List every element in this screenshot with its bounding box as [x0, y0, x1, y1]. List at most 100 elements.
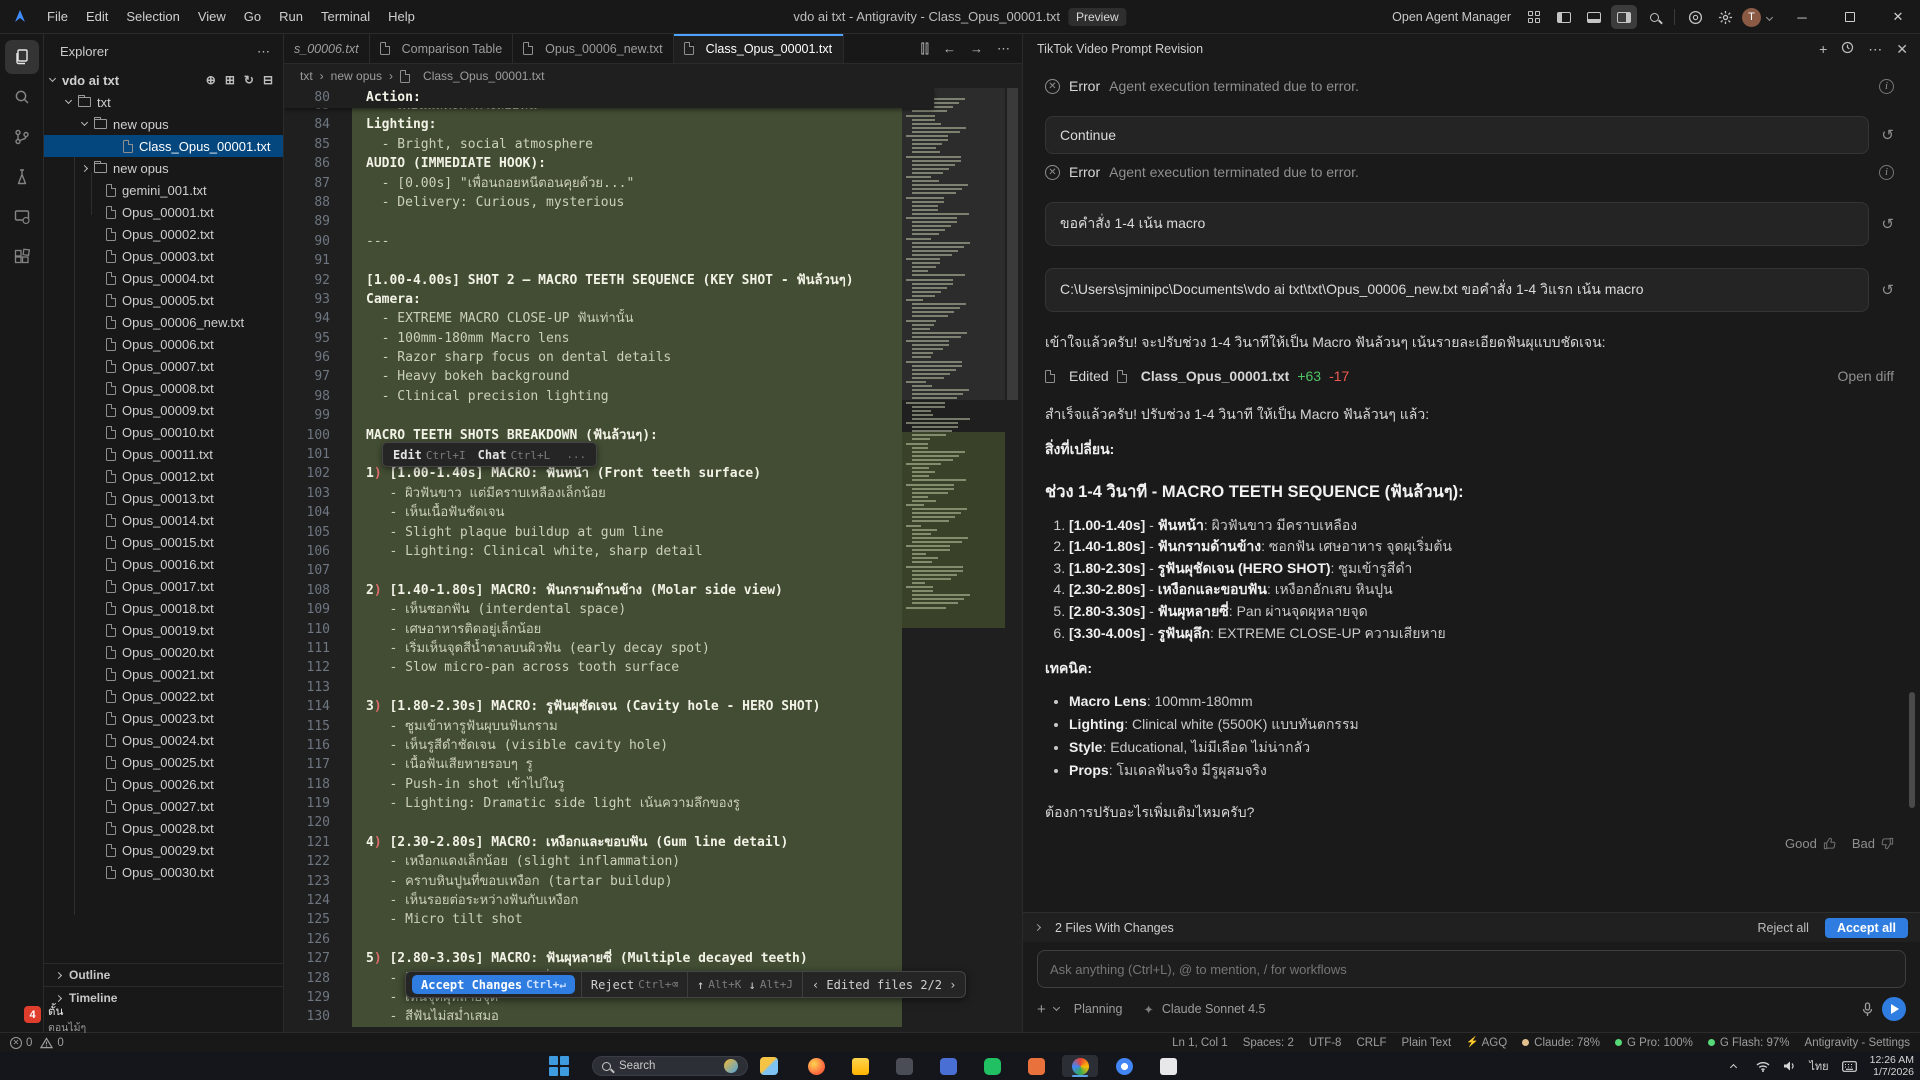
- status-item-antigravity-settings[interactable]: Antigravity - Settings: [1805, 1037, 1910, 1049]
- tree-item-opus_00013-txt[interactable]: Opus_00013.txt: [44, 487, 283, 509]
- notepad-icon[interactable]: [1150, 1055, 1186, 1077]
- breadcrumb-item[interactable]: txt: [300, 69, 313, 83]
- reject-all-button[interactable]: Reject all: [1750, 919, 1817, 937]
- code-editor[interactable]: 83 - เพื่อนแสดงท่าทางถอยหนี84Lighting:85…: [284, 88, 1022, 1032]
- chat-button[interactable]: ChatCtrl+L: [478, 448, 551, 462]
- more-icon[interactable]: ...: [566, 448, 586, 461]
- file-edit-row[interactable]: EditedClass_Opus_00001.txt+63-17Open dif…: [1045, 368, 1894, 384]
- keyboard-icon[interactable]: [1842, 1061, 1857, 1072]
- status-item-plain-text[interactable]: Plain Text: [1401, 1037, 1451, 1049]
- new-file-icon[interactable]: ⊕: [206, 73, 216, 87]
- editor-scrollbar[interactable]: [1005, 88, 1020, 1032]
- tree-item-opus_00026-txt[interactable]: Opus_00026.txt: [44, 773, 283, 795]
- nav-up-down[interactable]: ↑Alt+K ↓Alt+J: [688, 972, 803, 997]
- avatar[interactable]: T: [1742, 8, 1761, 27]
- tree-item-opus_00025-txt[interactable]: Opus_00025.txt: [44, 751, 283, 773]
- chevron-down-icon[interactable]: [1766, 13, 1773, 20]
- network-icon[interactable]: [1756, 1061, 1770, 1072]
- minimize-button[interactable]: ─: [1780, 0, 1824, 34]
- toggle-panel-icon[interactable]: [1581, 5, 1607, 29]
- breadcrumb-item[interactable]: Class_Opus_00001.txt: [423, 69, 544, 83]
- tree-item-opus_00030-txt[interactable]: Opus_00030.txt: [44, 861, 283, 883]
- search-icon[interactable]: [1641, 5, 1667, 29]
- tree-item-txt[interactable]: txt: [44, 91, 283, 113]
- tree-item-opus_00019-txt[interactable]: Opus_00019.txt: [44, 619, 283, 641]
- retry-icon[interactable]: ↺: [1881, 126, 1894, 144]
- tree-item-new-opus[interactable]: new opus: [44, 113, 283, 135]
- app-blue-icon[interactable]: [930, 1055, 966, 1077]
- run-debug-icon[interactable]: [5, 160, 39, 194]
- browser-icon[interactable]: [1682, 5, 1708, 29]
- status-item-crlf[interactable]: CRLF: [1356, 1037, 1386, 1049]
- accept-all-button[interactable]: Accept all: [1825, 918, 1908, 938]
- status-item-agq[interactable]: ⚡AGQ: [1466, 1037, 1507, 1049]
- add-context-icon[interactable]: +: [1037, 1001, 1046, 1018]
- status-item-ln-1-col-1[interactable]: Ln 1, Col 1: [1172, 1037, 1228, 1049]
- tab-s_00006-txt[interactable]: s_00006.txt: [284, 34, 370, 63]
- user-message[interactable]: Continue: [1045, 116, 1869, 154]
- forward-icon[interactable]: →: [970, 41, 983, 56]
- restore-button[interactable]: [1828, 0, 1872, 34]
- tree-item-opus_00008-txt[interactable]: Opus_00008.txt: [44, 377, 283, 399]
- toggle-secondary-sidebar-icon[interactable]: [1611, 5, 1637, 29]
- info-icon[interactable]: i: [1879, 79, 1894, 94]
- tree-item-opus_00027-txt[interactable]: Opus_00027.txt: [44, 795, 283, 817]
- tree-item-opus_00002-txt[interactable]: Opus_00002.txt: [44, 223, 283, 245]
- new-chat-icon[interactable]: +: [1819, 41, 1827, 58]
- menu-selection[interactable]: Selection: [117, 9, 188, 24]
- tree-item-opus_00017-txt[interactable]: Opus_00017.txt: [44, 575, 283, 597]
- explorer-more-icon[interactable]: ⋯: [257, 44, 271, 60]
- close-button[interactable]: ✕: [1876, 0, 1920, 34]
- taskbar-search[interactable]: Search: [592, 1056, 748, 1076]
- extensions-icon[interactable]: [5, 240, 39, 274]
- tree-item-new-opus[interactable]: new opus: [44, 157, 283, 179]
- status-item-spaces-2[interactable]: Spaces: 2: [1243, 1037, 1294, 1049]
- menu-file[interactable]: File: [38, 9, 77, 24]
- volume-icon[interactable]: [1783, 1060, 1796, 1072]
- status-item-g-flash-97-[interactable]: G Flash: 97%: [1708, 1037, 1790, 1049]
- menu-go[interactable]: Go: [235, 9, 270, 24]
- tab-class_opus_00001-txt[interactable]: Class_Opus_00001.txt✕: [674, 34, 844, 63]
- tree-item-opus_00020-txt[interactable]: Opus_00020.txt: [44, 641, 283, 663]
- firefox-icon[interactable]: [798, 1055, 834, 1077]
- remote-explorer-icon[interactable]: [5, 200, 39, 234]
- notification-toast[interactable]: 4 ตั้น ตอนไม้ๆ: [24, 1006, 86, 1036]
- file-explorer-icon[interactable]: [842, 1055, 878, 1077]
- split-editor-icon[interactable]: ⫿⫿: [921, 41, 929, 57]
- refresh-icon[interactable]: ↻: [244, 73, 254, 87]
- edit-button[interactable]: EditCtrl+I: [393, 448, 466, 462]
- open-diff-link[interactable]: Open diff: [1837, 368, 1894, 384]
- line-icon[interactable]: [974, 1055, 1010, 1077]
- bad-button[interactable]: Bad: [1852, 836, 1875, 851]
- new-folder-icon[interactable]: ⊞: [225, 73, 235, 87]
- thumbs-down-icon[interactable]: [1881, 837, 1894, 850]
- tree-item-opus_00014-txt[interactable]: Opus_00014.txt: [44, 509, 283, 531]
- accept-changes-button[interactable]: Accept ChangesCtrl+↵: [412, 975, 575, 994]
- tree-item-opus_00010-txt[interactable]: Opus_00010.txt: [44, 421, 283, 443]
- mic-icon[interactable]: [1861, 1002, 1874, 1017]
- user-message[interactable]: ขอคำสั่ง 1-4 เน้น macro: [1045, 202, 1869, 246]
- tree-item-opus_00015-txt[interactable]: Opus_00015.txt: [44, 531, 283, 553]
- tree-item-opus_00009-txt[interactable]: Opus_00009.txt: [44, 399, 283, 421]
- source-control-icon[interactable]: [5, 120, 39, 154]
- collapse-all-icon[interactable]: ⊟: [263, 73, 273, 87]
- send-button[interactable]: [1882, 997, 1906, 1021]
- tree-item-opus_00006-txt[interactable]: Opus_00006.txt: [44, 333, 283, 355]
- tree-item-opus_00029-txt[interactable]: Opus_00029.txt: [44, 839, 283, 861]
- tree-item-opus_00004-txt[interactable]: Opus_00004.txt: [44, 267, 283, 289]
- status-item-utf-8[interactable]: UTF-8: [1309, 1037, 1342, 1049]
- tree-item-opus_00016-txt[interactable]: Opus_00016.txt: [44, 553, 283, 575]
- tree-item-opus_00012-txt[interactable]: Opus_00012.txt: [44, 465, 283, 487]
- preview-badge[interactable]: Preview: [1068, 8, 1127, 26]
- open-agent-manager-button[interactable]: Open Agent Manager: [1392, 10, 1511, 24]
- user-message[interactable]: C:\Users\sjminipc\Documents\vdo ai txt\t…: [1045, 268, 1869, 312]
- menu-view[interactable]: View: [189, 9, 235, 24]
- explorer-icon[interactable]: [5, 40, 39, 74]
- chat-input-box[interactable]: [1037, 950, 1906, 988]
- mode-selector[interactable]: Planning: [1074, 1002, 1123, 1016]
- status-item-claude-78-[interactable]: Claude: 78%: [1522, 1037, 1600, 1049]
- tray-overflow-icon[interactable]: [1730, 1064, 1737, 1071]
- reject-button[interactable]: RejectCtrl+⌫: [582, 972, 688, 997]
- info-icon[interactable]: i: [1879, 165, 1894, 180]
- close-tab-icon[interactable]: ✕: [842, 42, 844, 56]
